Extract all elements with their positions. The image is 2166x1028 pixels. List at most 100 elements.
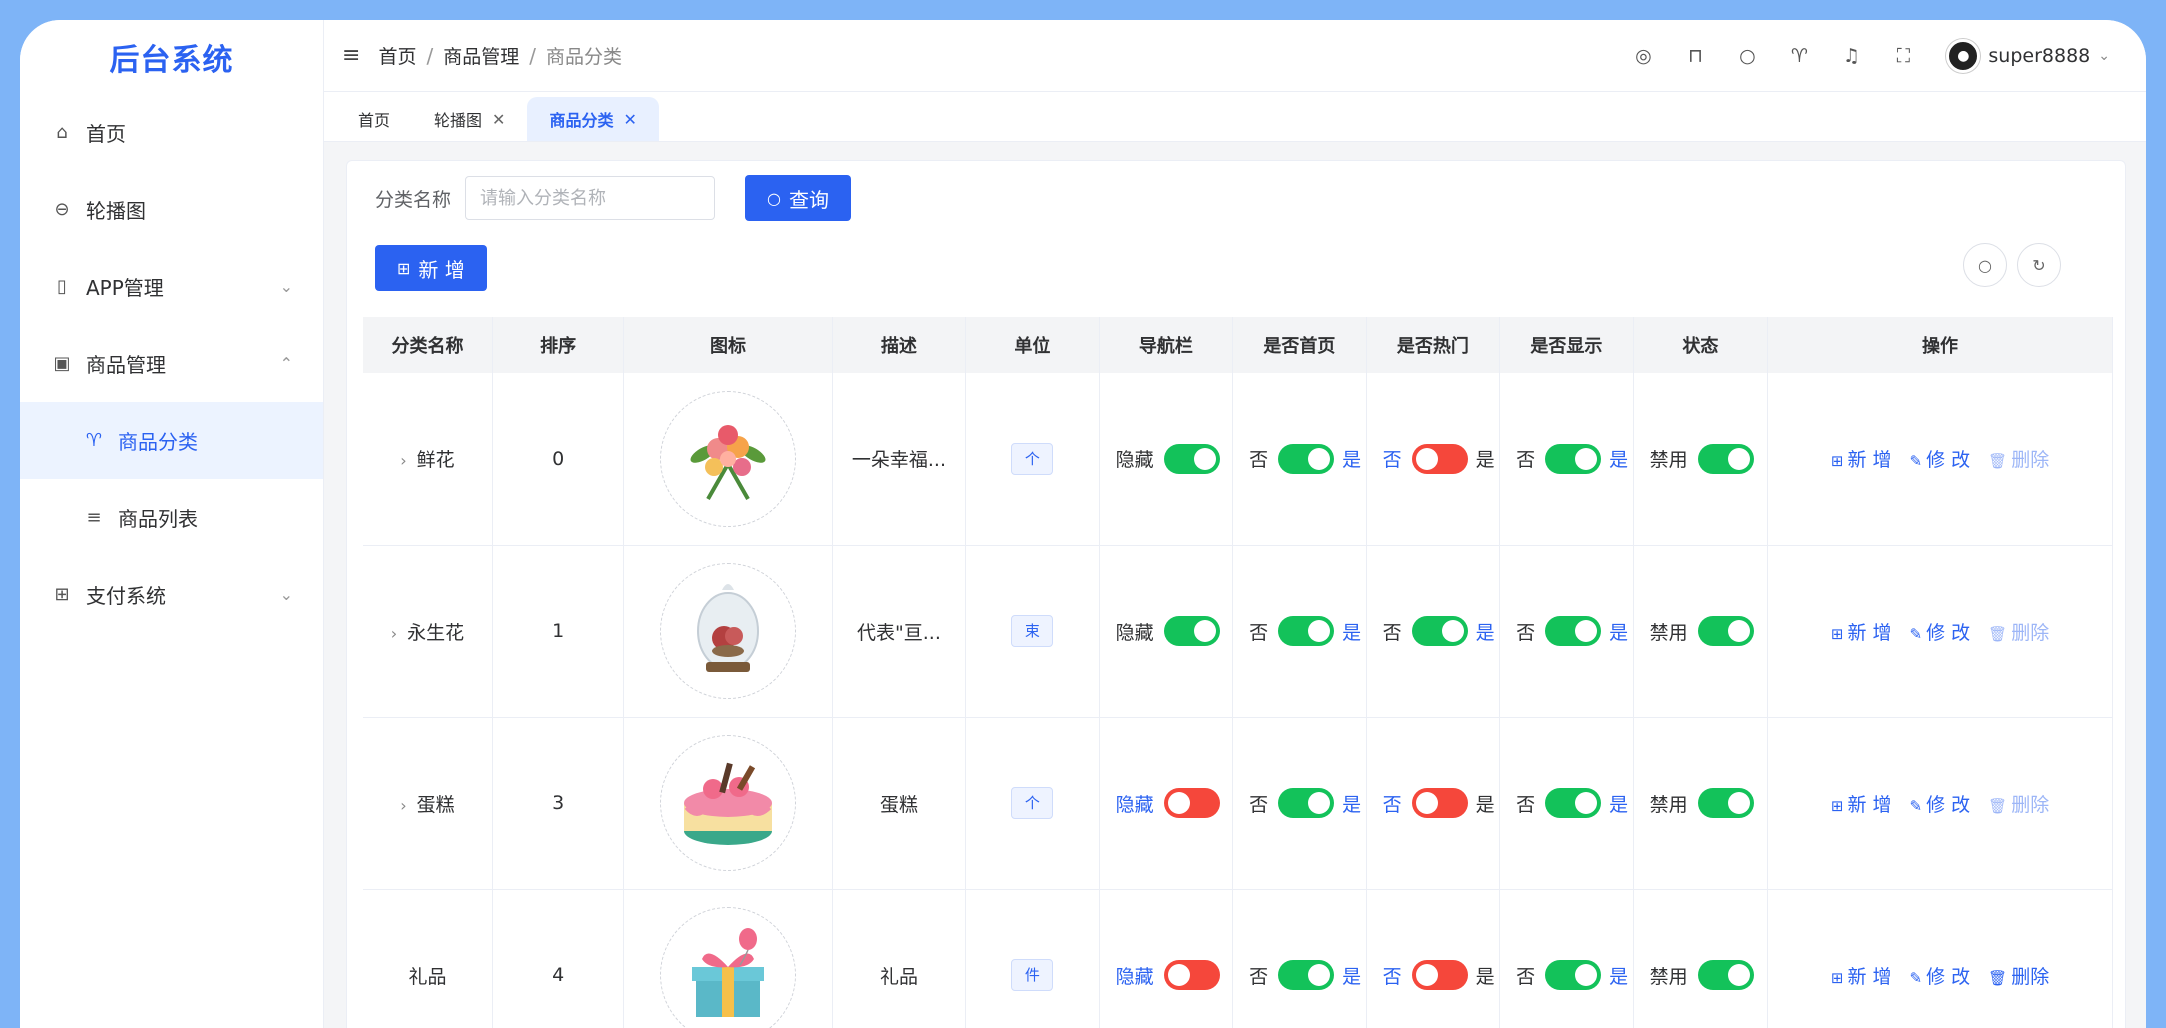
row-edit-button[interactable]: ✎ 修 改 xyxy=(1910,445,1971,472)
home-switch[interactable] xyxy=(1278,616,1335,646)
hot-switch[interactable] xyxy=(1411,443,1468,474)
status-switch[interactable] xyxy=(1697,616,1754,646)
sidebar-item-product[interactable]: ▣ 商品管理 ⌃ xyxy=(20,325,323,402)
add-button[interactable]: ⊞ 新 增 xyxy=(375,245,487,291)
content-card: 分类名称 ○ 查询 ⊞ 新 增 ○ ↻ 分类名称 xyxy=(346,160,2126,1028)
lock-icon[interactable]: ⊓ xyxy=(1684,45,1706,67)
cell-unit: 束 xyxy=(965,545,1100,718)
show-switch[interactable] xyxy=(1545,443,1602,474)
row-delete-button[interactable]: 🗑 删除 xyxy=(1988,445,2049,472)
home-switch[interactable] xyxy=(1278,788,1335,818)
row-edit-button[interactable]: ✎ 修 改 xyxy=(1910,618,1971,645)
target-icon[interactable]: ◎ xyxy=(1632,45,1654,67)
sidebar-item-app[interactable]: ▯ APP管理 ⌄ xyxy=(20,248,323,325)
column-header: 导航栏 xyxy=(1099,317,1234,373)
close-icon[interactable]: ✕ xyxy=(623,110,636,129)
hot-switch[interactable] xyxy=(1411,960,1468,990)
row-edit-button[interactable]: ✎ 修 改 xyxy=(1910,790,1971,817)
sidebar-item-category[interactable]: ♈ 商品分类 xyxy=(20,402,323,479)
show-switch[interactable] xyxy=(1545,788,1602,818)
home-switch[interactable] xyxy=(1278,960,1335,990)
status-switch[interactable] xyxy=(1697,443,1754,474)
tab-category[interactable]: 商品分类 ✕ xyxy=(527,97,659,141)
switch-off-label: 否 xyxy=(1516,793,1536,816)
cell-show: 否是 xyxy=(1499,373,1634,546)
column-header: 操作 xyxy=(1767,317,2113,373)
nav-switch[interactable] xyxy=(1163,788,1220,818)
category-name: 蛋糕 xyxy=(416,793,455,816)
row-delete-button[interactable]: 🗑 删除 xyxy=(1988,790,2049,817)
expand-icon[interactable]: › xyxy=(391,624,397,643)
row-add-button[interactable]: ⊞ 新 增 xyxy=(1831,790,1892,817)
home-icon: ⌂ xyxy=(56,122,68,143)
phone-icon: ▯ xyxy=(57,276,67,297)
fullscreen-icon[interactable]: ⛶ xyxy=(1892,45,1914,67)
status-switch[interactable] xyxy=(1697,788,1754,818)
switch-on-label: 是 xyxy=(1609,965,1629,988)
hot-switch[interactable] xyxy=(1411,616,1468,646)
nav-switch[interactable] xyxy=(1163,443,1220,474)
sidebar-item-product-list[interactable]: ≡ 商品列表 xyxy=(20,479,323,556)
expand-icon[interactable]: › xyxy=(400,451,406,470)
cake-image xyxy=(660,735,797,871)
row-delete-button[interactable]: 🗑 删除 xyxy=(1988,962,2049,989)
avatar[interactable]: ● xyxy=(1946,39,1981,73)
sidebar-item-label: 首页 xyxy=(86,122,126,146)
preserved-flower-image xyxy=(660,563,797,699)
show-switch[interactable] xyxy=(1545,616,1602,646)
cell-unit: 件 xyxy=(965,889,1100,1028)
bell-icon[interactable]: ♫ xyxy=(1840,45,1862,67)
hot-switch[interactable] xyxy=(1411,788,1468,818)
row-delete-button[interactable]: 🗑 删除 xyxy=(1988,618,2049,645)
cell-show: 否是 xyxy=(1499,717,1634,890)
switch-on-label: 是 xyxy=(1342,965,1362,988)
username[interactable]: super8888 xyxy=(1988,45,2090,67)
toggle-search-button[interactable]: ○ xyxy=(1963,243,2007,287)
breadcrumb-item[interactable]: 首页 xyxy=(378,42,416,69)
column-header: 单位 xyxy=(965,317,1100,373)
chevron-down-icon[interactable]: ⌄ xyxy=(2098,48,2110,64)
op-label: 修 改 xyxy=(1926,793,1971,816)
sidebar-item-home[interactable]: ⌂ 首页 xyxy=(20,94,323,171)
sidebar-item-label: 轮播图 xyxy=(86,199,146,223)
show-switch[interactable] xyxy=(1545,960,1602,990)
sidebar-item-payment[interactable]: ⊞ 支付系统 ⌄ xyxy=(20,556,323,633)
search-button[interactable]: ○ 查询 xyxy=(745,175,851,221)
breadcrumb-item[interactable]: 商品管理 xyxy=(443,42,519,69)
expand-icon[interactable]: › xyxy=(400,796,406,815)
nav-switch[interactable] xyxy=(1163,616,1220,646)
cell-name: › 鲜花 xyxy=(363,373,493,546)
sidebar-item-carousel[interactable]: ⊖ 轮播图 xyxy=(20,171,323,248)
category-name-input[interactable] xyxy=(465,176,716,220)
status-switch[interactable] xyxy=(1697,960,1754,990)
cell-home: 否是 xyxy=(1232,545,1367,718)
switch-off-label: 否 xyxy=(1249,621,1269,644)
menu-toggle-icon[interactable]: ≡ xyxy=(342,43,360,68)
op-label: 删除 xyxy=(2011,621,2050,644)
cell-ops: ⊞ 新 增 ✎ 修 改 🗑 删除 xyxy=(1767,889,2113,1028)
tshirt-icon[interactable]: ♈ xyxy=(1788,45,1810,67)
tab-home[interactable]: 首页 xyxy=(336,97,412,141)
cell-hot: 否是 xyxy=(1366,717,1501,890)
refresh-button[interactable]: ↻ xyxy=(2017,243,2061,287)
breadcrumb-separator: / xyxy=(529,43,536,68)
tab-carousel[interactable]: 轮播图 ✕ xyxy=(412,97,527,141)
cell-desc: 蛋糕 xyxy=(832,717,967,890)
nav-switch-label: 隐藏 xyxy=(1115,965,1154,988)
sidebar-item-label: 商品分类 xyxy=(118,430,198,454)
search-icon[interactable]: ○ xyxy=(1736,45,1758,67)
row-add-button[interactable]: ⊞ 新 增 xyxy=(1831,445,1892,472)
nav-switch[interactable] xyxy=(1163,960,1220,990)
op-label: 新 增 xyxy=(1847,793,1892,816)
switch-on-label: 是 xyxy=(1475,965,1495,988)
close-icon[interactable]: ✕ xyxy=(492,110,505,129)
header-actions: ◎ ⊓ ○ ♈ ♫ ⛶ ● super8888 ⌄ xyxy=(1602,20,2110,92)
nav-switch-label: 隐藏 xyxy=(1115,621,1154,644)
nav-switch-label: 隐藏 xyxy=(1115,793,1154,816)
row-add-button[interactable]: ⊞ 新 增 xyxy=(1831,962,1892,989)
home-switch[interactable] xyxy=(1278,443,1335,474)
row-add-button[interactable]: ⊞ 新 增 xyxy=(1831,618,1892,645)
search-icon: ○ xyxy=(1978,255,1992,275)
row-edit-button[interactable]: ✎ 修 改 xyxy=(1910,962,1971,989)
table-row: › 蛋糕 3 蛋糕 个 隐藏 否 是 否 是 否 是 禁用 ⊞ 新 增 ✎ 修 … xyxy=(363,717,2113,890)
